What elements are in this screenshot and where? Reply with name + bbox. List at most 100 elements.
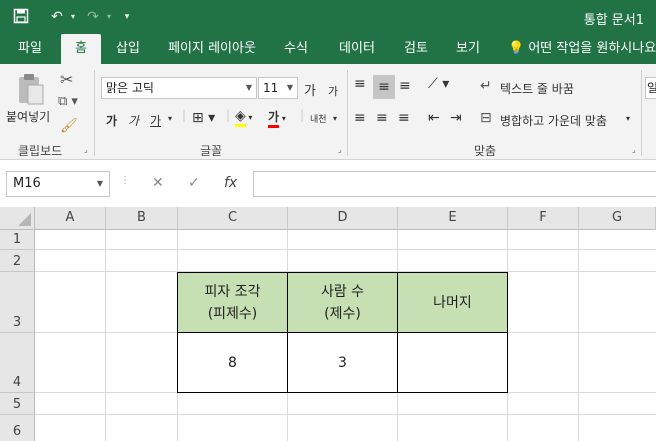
wrap-text-icon[interactable]: ↵: [480, 78, 492, 94]
column-header[interactable]: D: [288, 207, 398, 230]
align-left-icon[interactable]: ≡: [354, 110, 366, 126]
tab-insert[interactable]: 삽입: [108, 34, 148, 64]
chevron-down-icon: ▼: [286, 83, 293, 92]
clipboard-launcher-icon[interactable]: ⌟: [84, 146, 92, 154]
formula-input[interactable]: [253, 171, 656, 197]
row-header[interactable]: 2: [0, 250, 35, 272]
table-value-cell[interactable]: [397, 332, 508, 393]
row-header[interactable]: 1: [0, 230, 35, 250]
cancel-icon[interactable]: ✕: [152, 175, 164, 191]
copy-icon[interactable]: ⧉ ▾: [58, 94, 78, 109]
font-group-label: 글꼴: [200, 144, 223, 158]
bold-button[interactable]: 가: [106, 112, 117, 129]
table-value-cell[interactable]: 3: [287, 332, 398, 393]
tab-page-layout[interactable]: 페이지 레이아웃: [160, 34, 264, 64]
borders-icon[interactable]: ⊞ ▾: [192, 110, 215, 126]
paste-icon[interactable]: [14, 72, 46, 106]
formula-bar: M16 ▼ ⋮ ✕ ✓ fx: [0, 161, 656, 207]
orientation-icon[interactable]: ⟋ ▾: [428, 76, 449, 92]
table-header-cell[interactable]: 나머지: [397, 272, 508, 333]
redo-dropdown-icon[interactable]: ▾: [100, 8, 118, 26]
row-header[interactable]: 4: [0, 333, 35, 393]
row-header[interactable]: 6: [0, 415, 35, 441]
cell-text: 8: [228, 354, 237, 371]
row-header[interactable]: 3: [0, 272, 35, 333]
ribbon: 붙여넣기 ✂ ⧉ ▾ 🖌 클립보드 ⌟ 맑은 고딕 ▼ 11 ▼ 가 가 가 가…: [0, 64, 656, 160]
cell-text: 나머지: [433, 294, 472, 311]
table-header-cell[interactable]: 피자 조각 (피제수): [177, 272, 288, 333]
cell-text: 사람 수 (제수): [320, 283, 365, 322]
group-divider: [641, 70, 642, 156]
tell-me-search[interactable]: 💡 어떤 작업을 원하시나요: [508, 34, 656, 64]
enter-icon[interactable]: ✓: [188, 175, 200, 191]
window-title: 통합 문서1: [583, 13, 644, 28]
fill-color-icon[interactable]: ◈ ▾: [235, 108, 252, 127]
align-right-icon[interactable]: ≡: [398, 110, 410, 126]
row-header[interactable]: 5: [0, 393, 35, 415]
chevron-down-icon: ▼: [245, 83, 252, 92]
merge-center-icon[interactable]: ⊟: [480, 110, 492, 126]
alignment-group-label: 맞춤: [474, 144, 497, 158]
save-icon[interactable]: [12, 8, 30, 26]
tab-data[interactable]: 데이터: [330, 34, 384, 64]
gridline: [105, 230, 106, 441]
font-color-icon[interactable]: 가 ▾: [268, 110, 286, 128]
align-center-icon[interactable]: ≡: [376, 110, 388, 126]
decrease-indent-icon[interactable]: ⇤: [428, 110, 440, 126]
gridline: [578, 230, 579, 441]
italic-button[interactable]: 가: [128, 112, 139, 129]
column-header[interactable]: F: [508, 207, 579, 230]
font-size-combo[interactable]: 11 ▼: [258, 77, 298, 99]
group-divider: [94, 70, 95, 156]
tab-formulas[interactable]: 수식: [276, 34, 316, 64]
merge-dropdown-icon[interactable]: ▾: [626, 114, 630, 123]
column-header[interactable]: A: [35, 207, 106, 230]
cell-text: 3: [338, 354, 347, 371]
align-bottom-icon[interactable]: ≡: [399, 78, 411, 94]
formula-bar-grip-icon: ⋮: [120, 175, 130, 186]
undo-dropdown-icon[interactable]: ▾: [64, 8, 82, 26]
underline-button[interactable]: 가: [150, 112, 161, 129]
increase-indent-icon[interactable]: ⇥: [450, 110, 462, 126]
select-all-corner[interactable]: [0, 207, 35, 230]
title-bar: ↶ ▾ ↷ ▾ ▾ 통합 문서1: [0, 0, 656, 34]
column-header[interactable]: G: [579, 207, 656, 230]
align-middle-icon[interactable]: ≡: [373, 75, 395, 99]
font-launcher-icon[interactable]: ⌟: [338, 146, 346, 154]
alignment-launcher-icon[interactable]: ⌟: [632, 146, 640, 154]
font-name-value: 맑은 고딕: [106, 81, 154, 95]
customize-qat-icon[interactable]: ▾: [118, 8, 136, 26]
number-format-combo[interactable]: 일: [645, 77, 656, 99]
tab-file[interactable]: 파일: [8, 34, 52, 64]
paste-label[interactable]: 붙여넣기: [6, 108, 50, 125]
format-painter-icon[interactable]: 🖌: [60, 118, 78, 134]
tab-home[interactable]: 홈: [61, 34, 101, 64]
decrease-font-size-icon[interactable]: 가: [328, 83, 338, 99]
cell-text: 피자 조각 (피제수): [204, 283, 261, 322]
column-header[interactable]: B: [106, 207, 178, 230]
clipboard-group-label: 클립보드: [18, 144, 63, 158]
font-size-value: 11: [263, 81, 279, 95]
underline-dropdown-icon[interactable]: ▾: [168, 114, 172, 123]
gridline: [35, 249, 656, 250]
font-name-combo[interactable]: 맑은 고딕 ▼: [101, 77, 257, 99]
phonetic-guide-icon[interactable]: 내천: [310, 112, 327, 125]
column-header[interactable]: E: [398, 207, 508, 230]
phonetic-dropdown-icon[interactable]: ▾: [333, 114, 337, 123]
cut-icon[interactable]: ✂: [60, 70, 73, 89]
tab-view[interactable]: 보기: [448, 34, 488, 64]
tab-review[interactable]: 검토: [396, 34, 436, 64]
group-divider: |: [226, 108, 231, 122]
insert-function-icon[interactable]: fx: [224, 175, 237, 191]
column-header[interactable]: C: [178, 207, 288, 230]
group-divider: |: [182, 108, 187, 122]
table-value-cell[interactable]: 8: [177, 332, 288, 393]
group-divider: |: [300, 108, 305, 122]
worksheet-grid[interactable]: A B C D E F G 1 2 3 4 5 6 피자 조각 (피제수) 사람…: [0, 207, 656, 441]
table-header-cell[interactable]: 사람 수 (제수): [287, 272, 398, 333]
name-box[interactable]: M16 ▼: [6, 171, 110, 197]
increase-font-size-icon[interactable]: 가: [304, 80, 316, 99]
merge-center-button[interactable]: 병합하고 가운데 맞춤: [500, 112, 607, 129]
wrap-text-button[interactable]: 텍스트 줄 바꿈: [500, 80, 574, 97]
align-top-icon[interactable]: ≡: [354, 76, 366, 92]
